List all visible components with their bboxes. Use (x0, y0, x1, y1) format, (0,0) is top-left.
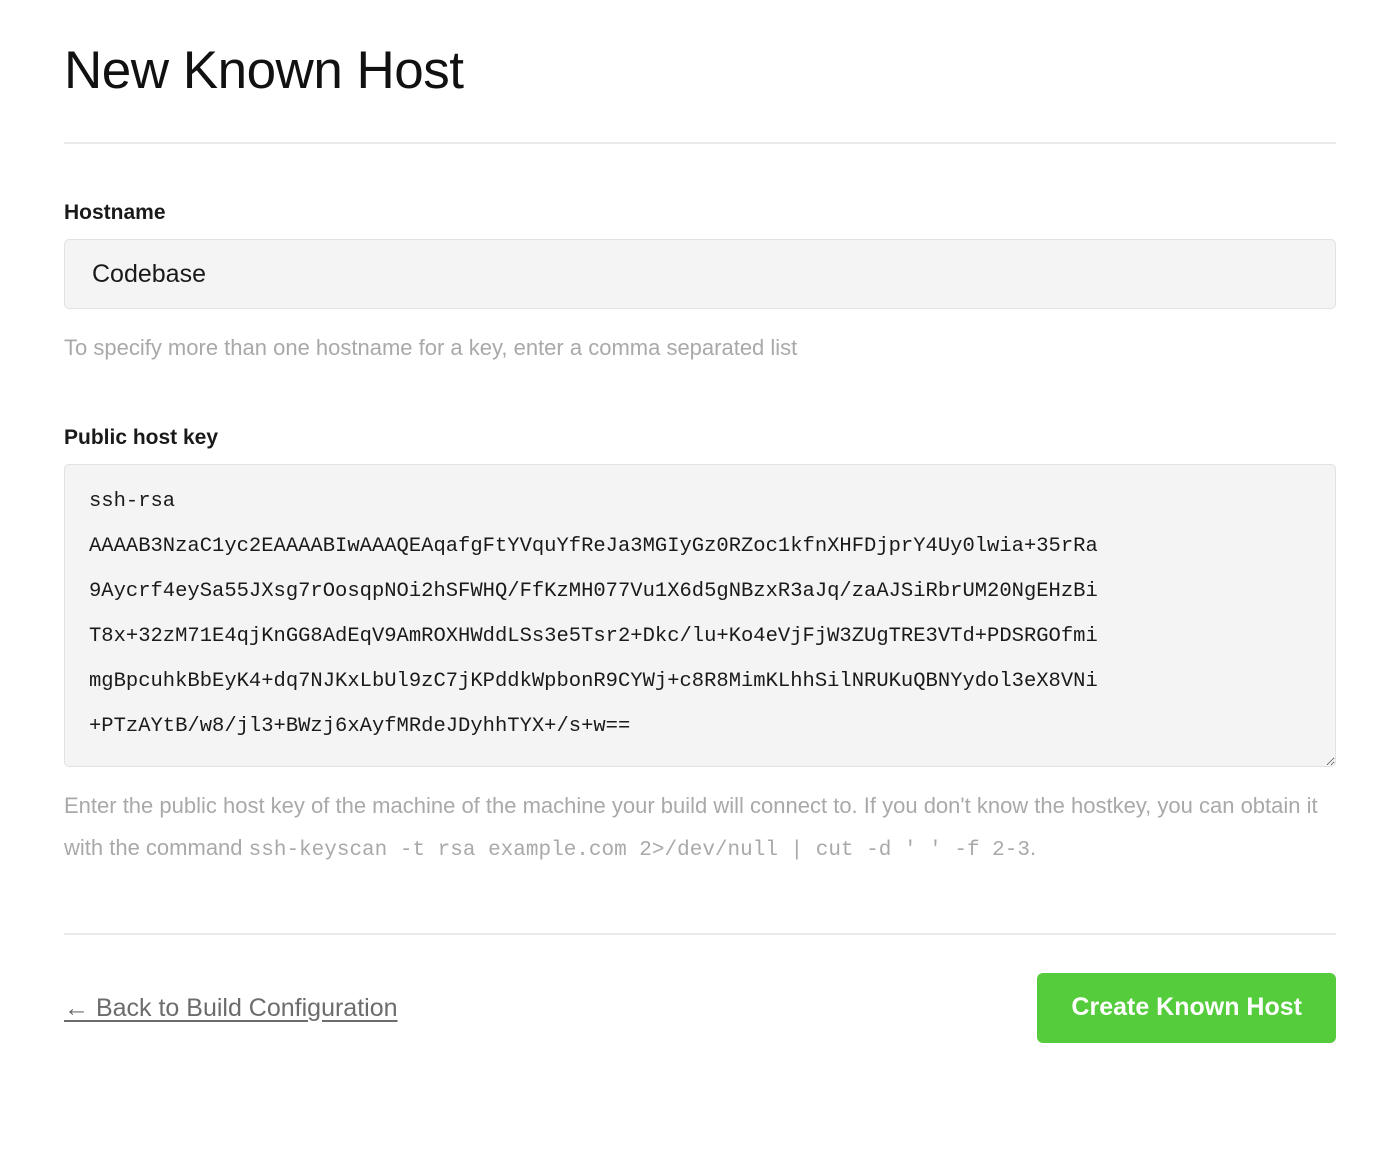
public-host-key-textarea[interactable]: ssh-rsa AAAAB3NzaC1yc2EAAAABIwAAAQEAqafg… (64, 464, 1336, 768)
page-title: New Known Host (64, 41, 464, 100)
public-host-key-label: Public host key (64, 425, 219, 449)
hostname-label: Hostname (64, 201, 166, 224)
hostname-input[interactable] (64, 239, 1336, 310)
public-host-key-help-text: Enter the public host key of the machine… (64, 767, 1336, 871)
back-to-build-configuration-link[interactable]: ← Back to Build Configuration (64, 993, 398, 1023)
help-text-command: ssh-keyscan -t rsa example.com 2>/dev/nu… (248, 838, 1030, 862)
form-footer: ← Back to Build Configuration Create Kno… (64, 935, 1336, 1043)
create-known-host-button[interactable]: Create Known Host (1037, 972, 1336, 1043)
hostname-help-text: To specify more than one hostname for a … (64, 335, 798, 361)
new-known-host-page: New Known Host Hostname To specify more … (0, 0, 1400, 1043)
help-text-tail: . (1029, 834, 1037, 860)
hostname-field-group: Hostname To specify more than one hostna… (64, 144, 1336, 369)
public-host-key-field-group: Public host key ssh-rsa AAAAB3NzaC1yc2EA… (64, 369, 1336, 871)
